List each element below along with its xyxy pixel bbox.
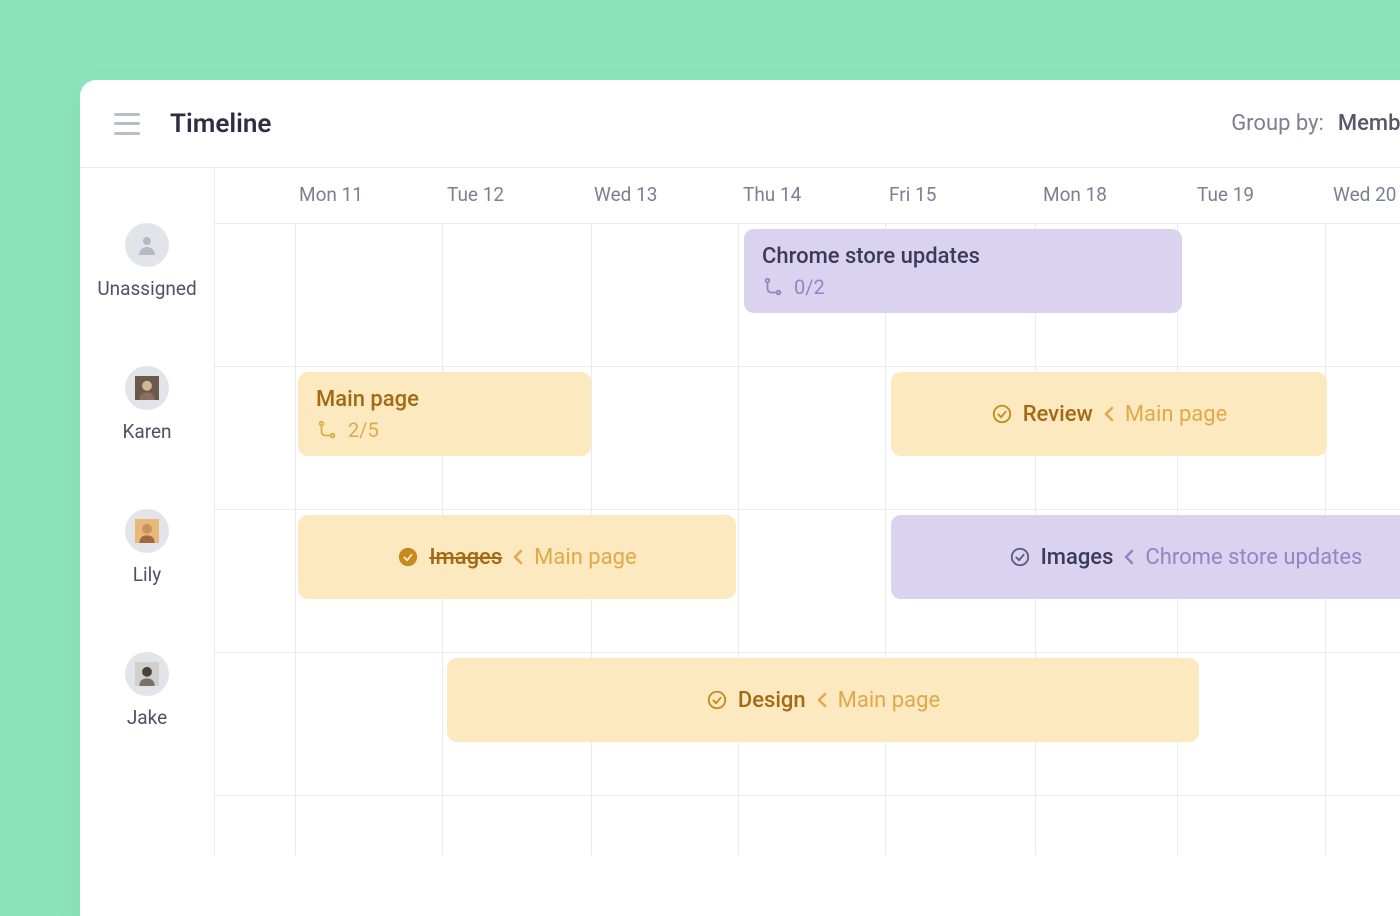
- chevron-left-icon: [816, 691, 828, 709]
- task-review[interactable]: Review Main page: [891, 372, 1327, 456]
- app-window: Timeline Group by: Member Unassigned: [80, 80, 1400, 916]
- grid-row: [215, 795, 1400, 855]
- date-headers: Mon 11 Tue 12 Wed 13 Thu 14 Fri 15 Mon 1…: [215, 168, 1400, 223]
- grid-row: Chrome store updates 0/2: [215, 223, 1400, 366]
- row-name: Unassigned: [97, 277, 196, 300]
- check-circle-icon: [1009, 546, 1031, 568]
- row-name: Lily: [133, 563, 161, 586]
- members-sidebar: Unassigned Karen Lily Jake: [80, 168, 215, 855]
- avatar-placeholder-icon: [125, 223, 169, 267]
- row-header-unassigned[interactable]: Unassigned: [80, 223, 214, 366]
- avatar: [125, 652, 169, 696]
- header: Timeline Group by: Member: [80, 80, 1400, 168]
- task-parent: Main page: [1125, 402, 1227, 427]
- row-header-jake[interactable]: Jake: [80, 652, 214, 795]
- task-title: Images: [429, 545, 502, 570]
- page-title: Timeline: [170, 109, 271, 139]
- grid-row: Design Main page: [215, 652, 1400, 795]
- date-header: Tue 19: [1197, 183, 1254, 206]
- task-title: Images: [1041, 545, 1114, 570]
- subtasks-count: 2/5: [348, 418, 379, 442]
- date-header: Mon 11: [299, 183, 363, 206]
- subtasks-icon: [762, 276, 784, 298]
- task-images[interactable]: Images Chrome store updates: [891, 515, 1400, 599]
- row-header-lily[interactable]: Lily: [80, 509, 214, 652]
- timeline-grid[interactable]: Mon 11 Tue 12 Wed 13 Thu 14 Fri 15 Mon 1…: [215, 168, 1400, 855]
- row-name: Jake: [127, 706, 167, 729]
- date-header: Wed 20: [1333, 183, 1396, 206]
- avatar: [125, 509, 169, 553]
- avatar: [125, 366, 169, 410]
- task-chrome-store-updates[interactable]: Chrome store updates 0/2: [744, 229, 1182, 313]
- task-title: Design: [738, 688, 806, 713]
- check-circle-solid-icon: [397, 546, 419, 568]
- date-header: Mon 18: [1043, 183, 1107, 206]
- group-by-value: Member: [1338, 111, 1400, 136]
- chevron-left-icon: [1103, 405, 1115, 423]
- date-header: Thu 14: [743, 183, 801, 206]
- date-header: Tue 12: [447, 183, 504, 206]
- subtasks-count: 0/2: [794, 275, 825, 299]
- task-title: Chrome store updates: [762, 244, 1164, 269]
- task-parent: Main page: [534, 545, 636, 570]
- task-title: Review: [1023, 402, 1093, 427]
- check-circle-icon: [706, 689, 728, 711]
- group-by-label: Group by:: [1231, 111, 1324, 136]
- row-name: Karen: [122, 420, 171, 443]
- task-main-page[interactable]: Main page 2/5: [298, 372, 591, 456]
- chevron-left-icon: [1123, 548, 1135, 566]
- task-parent: Chrome store updates: [1145, 545, 1362, 570]
- check-circle-icon: [991, 403, 1013, 425]
- task-parent: Main page: [838, 688, 940, 713]
- task-title: Main page: [316, 387, 573, 412]
- chevron-left-icon: [512, 548, 524, 566]
- grid-row: Main page 2/5 Review: [215, 366, 1400, 509]
- date-header: Wed 13: [594, 183, 657, 206]
- grid-row: Images Main page Images: [215, 509, 1400, 652]
- task-images-done[interactable]: Images Main page: [298, 515, 736, 599]
- group-by-select[interactable]: Member: [1338, 111, 1400, 136]
- menu-icon[interactable]: [114, 113, 140, 135]
- row-header-karen[interactable]: Karen: [80, 366, 214, 509]
- subtasks-icon: [316, 419, 338, 441]
- task-design[interactable]: Design Main page: [447, 658, 1199, 742]
- date-header: Fri 15: [889, 183, 936, 206]
